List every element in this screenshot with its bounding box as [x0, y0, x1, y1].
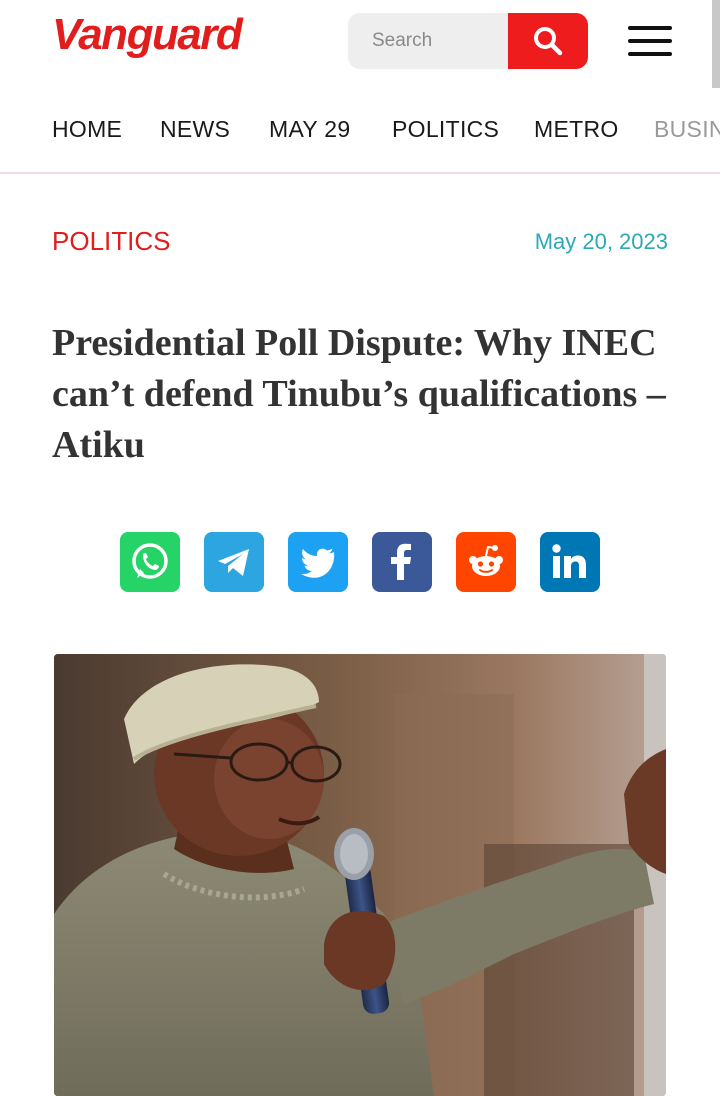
share-reddit-button[interactable] [456, 532, 516, 592]
share-telegram-button[interactable] [204, 532, 264, 592]
reddit-icon [469, 545, 503, 576]
article-date: May 20, 2023 [534, 229, 668, 254]
menu-bar [628, 39, 672, 43]
nav-item-politics[interactable]: POLITICS [392, 116, 499, 143]
facebook-icon [391, 543, 411, 580]
nav-item-news[interactable]: NEWS [160, 116, 230, 143]
search-button[interactable] [508, 13, 588, 69]
linkedin-icon [552, 544, 586, 578]
menu-bar [628, 52, 672, 56]
article-headline: Presidential Poll Dispute: Why INEC can’… [52, 322, 666, 466]
article-category[interactable]: POLITICS [52, 226, 170, 257]
scrollbar[interactable] [712, 0, 720, 88]
share-bar [120, 532, 600, 592]
site-logo[interactable]: Vanguard [52, 10, 243, 60]
twitter-icon [301, 548, 335, 578]
whatsapp-icon [132, 543, 168, 579]
search-icon [534, 27, 563, 56]
share-whatsapp-button[interactable] [120, 532, 180, 592]
main-nav: HOME NEWS MAY 29 POLITICS METRO BUSIN [0, 96, 720, 174]
search-input[interactable] [348, 13, 508, 69]
site-header: Vanguard [0, 0, 720, 90]
nav-item-metro[interactable]: METRO [534, 116, 619, 143]
article-photo [54, 654, 666, 1096]
nav-item-may29[interactable]: MAY 29 [269, 116, 351, 143]
nav-item-home[interactable]: HOME [52, 116, 122, 143]
share-linkedin-button[interactable] [540, 532, 600, 592]
portrait-illustration [54, 654, 666, 1096]
search-bar [348, 13, 588, 69]
hamburger-icon[interactable] [628, 26, 672, 56]
share-facebook-button[interactable] [372, 532, 432, 592]
menu-bar [628, 26, 672, 30]
share-twitter-button[interactable] [288, 532, 348, 592]
telegram-icon [218, 549, 249, 576]
nav-item-business[interactable]: BUSIN [654, 116, 720, 143]
